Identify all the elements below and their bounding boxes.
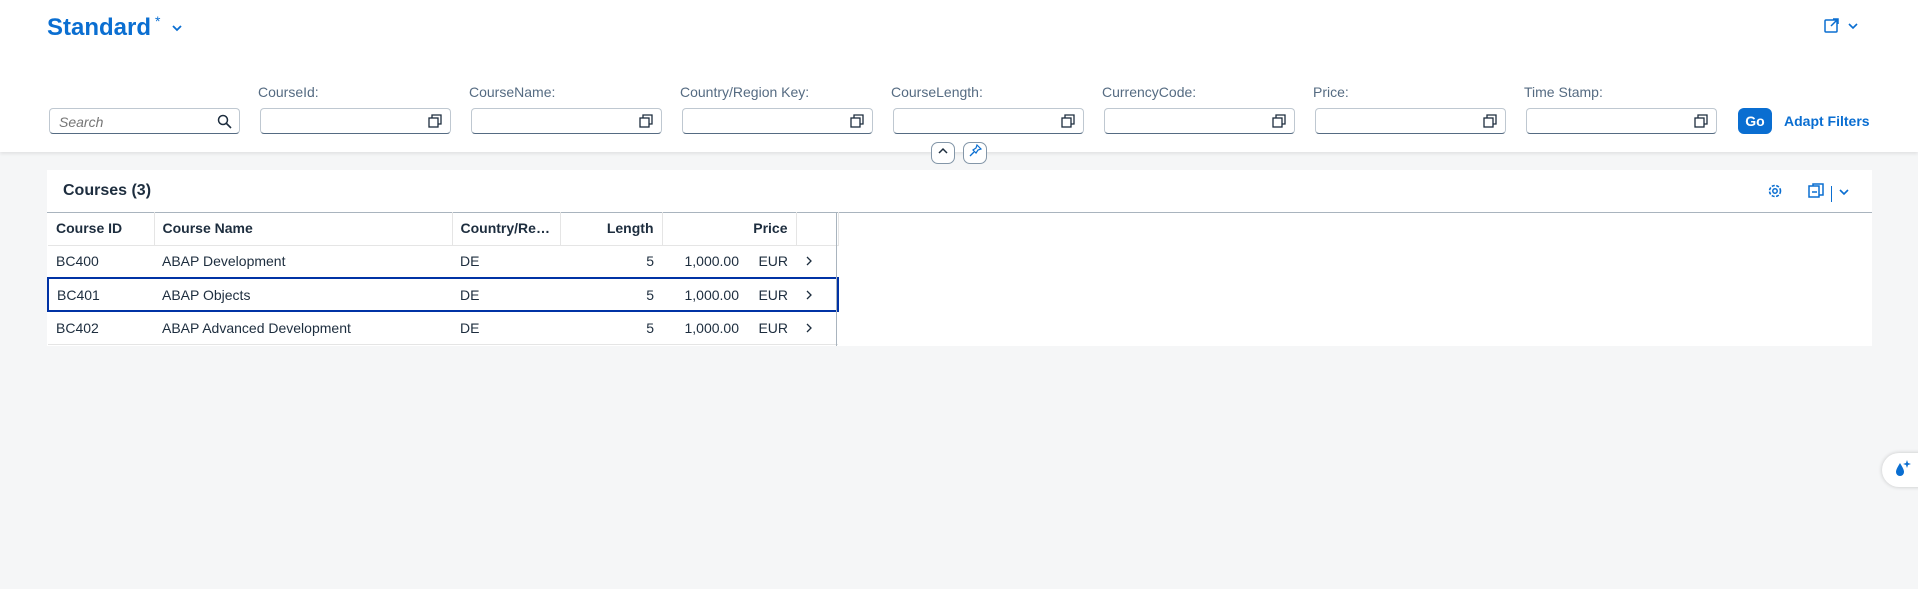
price-currency: EUR [758,286,788,303]
price-amount: 1,000.00 [684,286,739,303]
value-help-icon[interactable] [1483,114,1497,128]
cell-course-id: BC400 [48,245,154,279]
settings-icon[interactable] [1766,182,1784,200]
search-icon[interactable] [217,114,232,129]
navigation-arrow-icon[interactable] [804,287,814,303]
filter-label-price: Price: [1313,84,1349,100]
chevron-down-icon[interactable] [1838,185,1850,203]
value-help-icon[interactable] [1694,114,1708,128]
pin-icon [969,143,982,162]
filter-input-courseid[interactable] [260,108,451,134]
share-icon [1823,16,1841,39]
filter-input-currencycode[interactable] [1104,108,1295,134]
table-row[interactable]: BC402 ABAP Advanced Development DE 5 1,0… [48,311,838,345]
cell-length: 5 [560,245,662,279]
variant-management[interactable]: Standard * [47,13,184,42]
navigation-arrow-icon[interactable] [804,320,814,336]
toolbar-separator [1831,185,1832,202]
column-header-course-name[interactable]: Course Name [154,212,453,246]
cell-country: DE [452,277,560,312]
table-right-border [836,212,837,346]
value-help-icon[interactable] [850,114,864,128]
search-input[interactable] [59,113,209,131]
cell-length: 5 [560,277,662,312]
filter-label-country: Country/Region Key: [680,84,810,100]
column-header-country[interactable]: Country/Reg... [452,212,561,246]
value-help-icon[interactable] [639,114,653,128]
dynamic-page-header: Standard * CourseId: CourseName: Country… [0,0,1918,152]
filter-label-coursename: CourseName: [469,84,556,100]
cell-price: 1,000.00 EUR [662,311,796,345]
filter-input-courselength[interactable] [893,108,1084,134]
column-header-length[interactable]: Length [560,212,663,246]
filter-label-currencycode: CurrencyCode: [1102,84,1197,100]
column-header-price[interactable]: Price [662,212,797,246]
courses-table-panel: Courses (3) Course ID Course Name Countr… [47,170,1872,346]
courses-table: Course ID Course Name Country/Reg... Len… [47,212,839,345]
joule-button[interactable] [1882,453,1918,487]
value-help-icon[interactable] [1272,114,1286,128]
cell-navigation[interactable] [796,277,839,312]
price-currency: EUR [758,319,788,336]
price-amount: 1,000.00 [684,319,739,336]
filter-label-courselength: CourseLength: [891,84,983,100]
cell-course-name: ABAP Advanced Development [154,311,452,345]
cell-course-id: BC401 [47,277,154,312]
navigation-arrow-icon[interactable] [804,253,814,269]
cell-length: 5 [560,311,662,345]
cell-course-name: ABAP Development [154,245,452,279]
column-header-navigation [796,212,839,246]
cell-country: DE [452,245,560,279]
collapse-icon [937,144,949,162]
column-header-course-id[interactable]: Course ID [48,212,155,246]
search-field[interactable] [49,108,240,134]
chevron-down-icon [1847,19,1859,37]
cell-price: 1,000.00 EUR [662,245,796,279]
joule-icon [1892,458,1912,483]
cell-navigation[interactable] [796,311,838,345]
cell-price: 1,000.00 EUR [662,277,796,312]
filter-input-coursename[interactable] [471,108,662,134]
collapse-header-button[interactable] [931,142,955,164]
export-icon [1807,182,1825,205]
chevron-down-icon[interactable] [170,21,184,35]
adapt-filters-button[interactable]: Adapt Filters [1784,113,1870,129]
filter-input-country[interactable] [682,108,873,134]
variant-title: Standard [47,14,152,41]
price-amount: 1,000.00 [684,253,739,270]
filter-input-price[interactable] [1315,108,1506,134]
cell-navigation[interactable] [796,245,838,279]
filter-input-timestamp[interactable] [1526,108,1717,134]
export-button[interactable] [1807,182,1850,205]
price-currency: EUR [758,253,788,270]
cell-country: DE [452,311,560,345]
share-button[interactable] [1823,16,1859,39]
table-header-row: Course ID Course Name Country/Reg... Len… [48,212,839,246]
pin-header-button[interactable] [963,142,987,164]
go-button[interactable]: Go [1738,108,1772,134]
table-title: Courses (3) [63,182,152,199]
value-help-icon[interactable] [428,114,442,128]
cell-course-id: BC402 [48,311,154,345]
table-row[interactable]: BC400 ABAP Development DE 5 1,000.00 EUR [48,245,838,279]
value-help-icon[interactable] [1061,114,1075,128]
filter-label-courseid: CourseId: [258,84,319,100]
variant-modified-marker: * [155,13,161,29]
filter-label-timestamp: Time Stamp: [1524,84,1603,100]
table-row-selected[interactable]: BC401 ABAP Objects DE 5 1,000.00 EUR [47,277,839,312]
cell-course-name: ABAP Objects [154,277,452,312]
